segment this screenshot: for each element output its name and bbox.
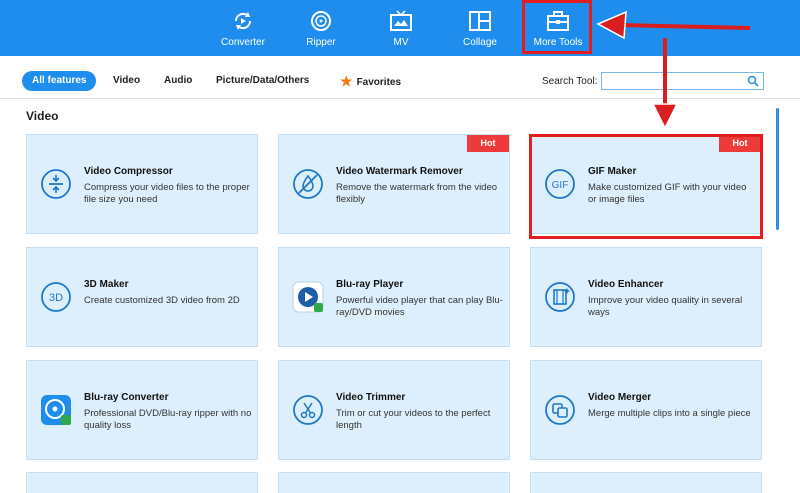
tool-card-video-trimmer[interactable]: Video Trimmer Trim or cut your videos to… [278,360,510,460]
nav-label: Ripper [306,37,336,48]
converter-icon [234,12,252,30]
bluray-player-icon [292,281,324,313]
merge-icon [545,395,575,425]
tool-card-bluray-converter[interactable]: Blu-ray Converter Professional DVD/Blu-r… [26,360,258,460]
filter-all-features[interactable]: All features [22,71,97,91]
nav-converter[interactable]: Converter [208,0,278,56]
nav-ripper[interactable]: Ripper [286,0,356,56]
card-title: 3D Maker [84,279,129,290]
nav-collage[interactable]: Collage [445,0,515,56]
compress-icon [41,169,71,199]
filter-picture-data-others[interactable]: Picture/Data/Others [216,71,309,91]
divider [0,98,800,99]
tool-card-video-merger[interactable]: Video Merger Merge multiple clips into a… [530,360,762,460]
tool-card-video-compressor[interactable]: Video Compressor Compress your video fil… [26,134,258,234]
tool-card-partial[interactable] [530,472,762,493]
nav-mv[interactable]: MV [366,0,436,56]
tool-card-bluray-player[interactable]: Blu-ray Player Powerful video player tha… [278,247,510,347]
tool-card-3d-maker[interactable]: 3D 3D Maker Create customized 3D video f… [26,247,258,347]
search-label: Search Tool: [542,76,598,87]
card-title: Video Trimmer [336,392,406,403]
svg-text:3D: 3D [49,292,63,304]
collage-icon [469,11,491,31]
top-nav-bar: Converter Ripper MV Collage More Tools [0,0,800,56]
card-description: Merge multiple clips into a single piece [588,408,751,419]
card-title: Blu-ray Player [336,279,404,290]
tool-card-video-enhancer[interactable]: Video Enhancer Improve your video qualit… [530,247,762,347]
watermark-remove-icon [293,169,323,199]
highlight-more-tools [522,0,592,54]
scrollbar-thumb[interactable] [776,108,779,230]
card-description: Create customized 3D video from 2D [84,295,240,306]
tool-card-video-watermark-remover[interactable]: Hot Video Watermark Remover Remove the w… [278,134,510,234]
highlight-gif-maker [529,134,763,239]
nav-label: Converter [221,37,265,48]
nav-label: MV [393,37,409,48]
enhance-icon [545,282,575,312]
nav-label: Collage [463,37,497,48]
filter-audio[interactable]: Audio [164,71,192,91]
filter-video[interactable]: Video [113,71,140,91]
tool-card-partial[interactable] [26,472,258,493]
star-icon: ★ [340,73,353,89]
filter-favorites[interactable]: ★ Favorites [340,71,401,91]
card-title: Video Watermark Remover [336,166,463,177]
card-description: Professional DVD/Blu-ray ripper with no … [84,408,252,431]
card-title: Video Merger [588,392,652,403]
search-input[interactable] [601,72,764,90]
card-description: Remove the watermark from the video flex… [336,182,498,205]
tool-card-partial[interactable] [278,472,510,493]
bluray-converter-icon [41,395,71,425]
mv-icon [390,10,412,31]
card-description: Improve your video quality in several wa… [588,295,743,318]
ripper-icon [311,11,331,31]
card-title: Video Enhancer [588,279,664,290]
hot-badge: Hot [467,135,509,152]
filter-favorites-label: Favorites [356,77,402,88]
card-title: Blu-ray Converter [84,392,169,403]
card-description: Trim or cut your videos to the perfect l… [336,408,491,431]
search-icon[interactable] [747,75,759,87]
card-description: Powerful video player that can play Blu-… [336,295,503,318]
card-title: Video Compressor [84,166,173,177]
3d-icon: 3D [41,282,71,312]
section-title: Video [26,109,59,123]
scissors-icon [293,395,323,425]
card-description: Compress your video files to the proper … [84,182,250,205]
